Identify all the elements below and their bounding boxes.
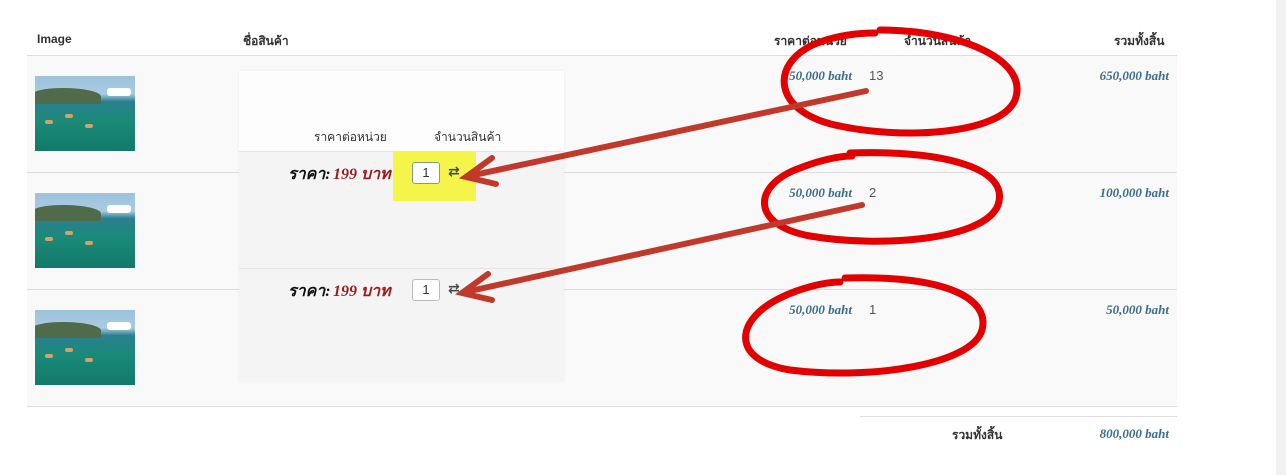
overlay-row: ราคา: 199 บาท ⇄ <box>239 151 564 269</box>
overlay-price-value: 199 บาท <box>333 283 391 300</box>
row-total-value: 650,000 baht <box>1099 68 1169 83</box>
header-product-name: ชื่อสินค้า <box>243 34 289 48</box>
row-total-value: 100,000 baht <box>1099 185 1169 200</box>
grand-total-value: 800,000 baht <box>1099 426 1169 441</box>
unit-price-value: 50,000 baht <box>789 302 852 317</box>
unit-price-value: 50,000 baht <box>789 185 852 200</box>
quantity-value: 13 <box>869 68 884 83</box>
header-quantity: จำนวนสินค้า <box>904 34 972 48</box>
page-scrollbar[interactable] <box>1276 0 1286 475</box>
overlay-price-label: ราคา: <box>288 283 331 300</box>
overlay-price-label: ราคา: <box>288 166 331 183</box>
header-image: Image <box>37 32 72 46</box>
table-row: 50,000 baht 1 50,000 baht <box>27 290 1177 407</box>
grand-total-label: รวมทั้งสิ้น <box>952 428 1003 442</box>
overlay-header-unit-price: ราคาต่อหน่วย <box>314 130 387 144</box>
table-row: 50,000 baht 2 100,000 baht <box>27 173 1177 290</box>
overlay-price-value: 199 บาท <box>333 166 391 183</box>
quantity-input[interactable] <box>412 162 440 184</box>
table-row: 50,000 baht 13 650,000 baht <box>27 56 1177 173</box>
header-total: รวมทั้งสิ้น <box>1114 34 1165 48</box>
quantity-value: 1 <box>869 302 877 317</box>
refresh-icon[interactable]: ⇄ <box>448 163 460 180</box>
unit-price-value: 50,000 baht <box>789 68 852 83</box>
overlay-header-quantity: จำนวนสินค้า <box>434 130 502 144</box>
row-total-value: 50,000 baht <box>1106 302 1169 317</box>
quantity-input[interactable] <box>412 279 440 301</box>
header-unit-price: ราคาต่อหน่วย <box>774 34 847 48</box>
refresh-icon[interactable]: ⇄ <box>448 280 460 297</box>
quantity-value: 2 <box>869 185 877 200</box>
product-thumbnail[interactable] <box>35 310 135 385</box>
product-thumbnail[interactable] <box>35 193 135 268</box>
grand-total-divider <box>860 416 1177 417</box>
overlay-row: ราคา: 199 บาท ⇄ <box>239 268 564 382</box>
overlay-cart-snippet: ราคาต่อหน่วย จำนวนสินค้า ราคา: 199 บาท ⇄… <box>239 71 564 382</box>
product-thumbnail[interactable] <box>35 76 135 151</box>
